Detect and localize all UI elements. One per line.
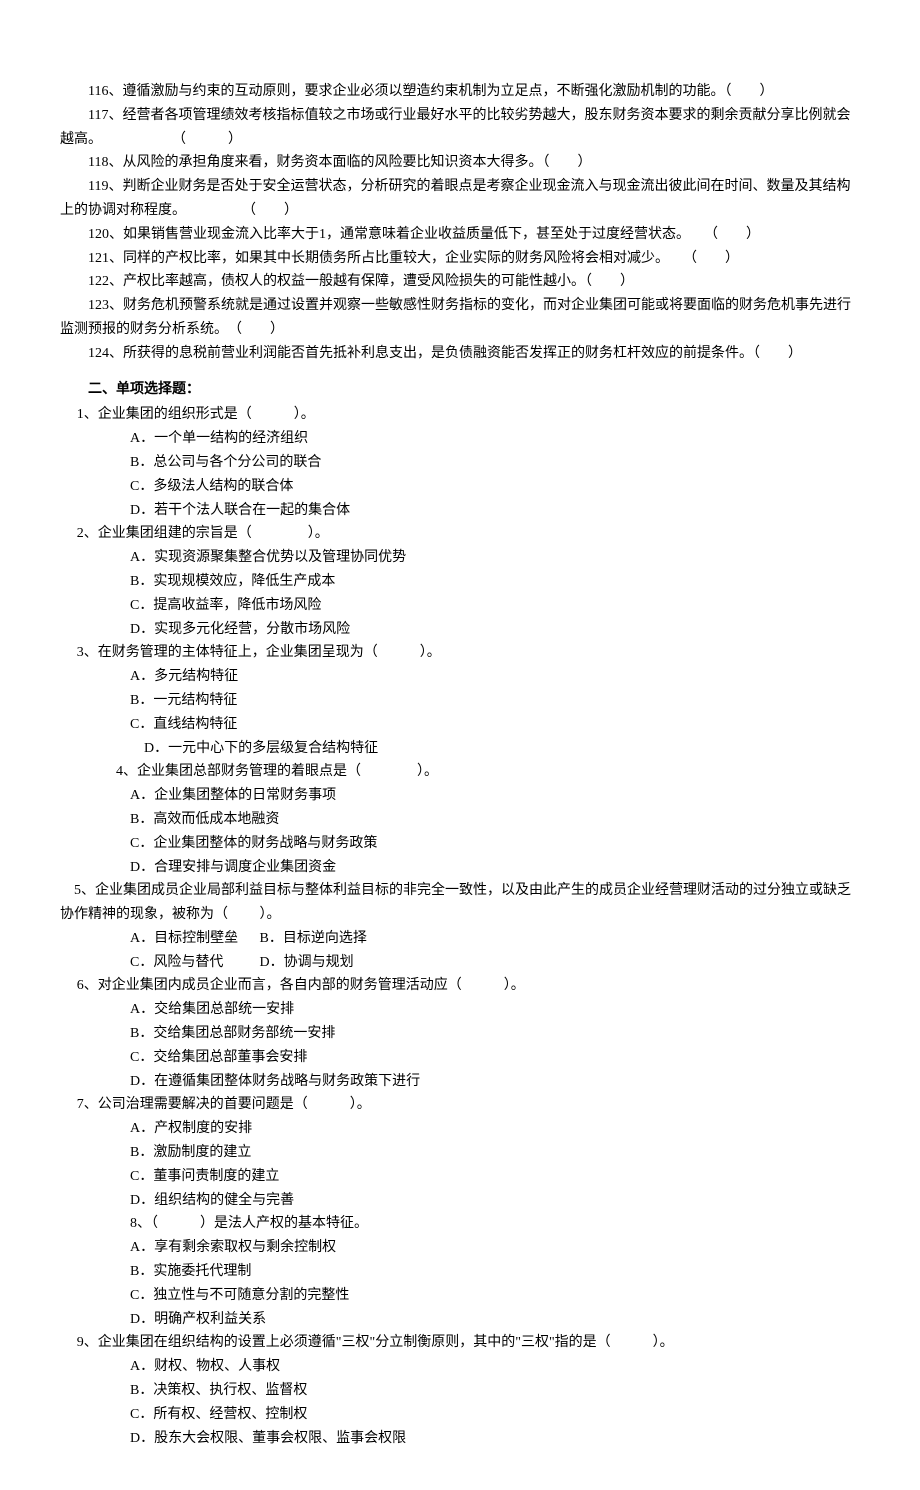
mc-q6-opt-d: D．在遵循集团整体财务战略与财务政策下进行 (60, 1070, 860, 1094)
section-title-mc: 二、单项选择题： (60, 378, 860, 402)
mc-q3-opt-c: C．直线结构特征 (60, 713, 860, 737)
mc-q3-opt-d: D．一元中心下的多层级复合结构特征 (60, 737, 860, 761)
mc-q4-stem: 4、企业集团总部财务管理的着眼点是（ ）。 (60, 760, 860, 784)
mc-q2-opt-d: D．实现多元化经营，分散市场风险 (60, 618, 860, 642)
mc-q4-opt-c: C．企业集团整体的财务战略与财务政策 (60, 832, 860, 856)
mc-q2-opt-c: C．提高收益率，降低市场风险 (60, 594, 860, 618)
mc-q9-opt-b: B．决策权、执行权、监督权 (60, 1379, 860, 1403)
mc-q2-opt-a: A．实现资源聚集整合优势以及管理协同优势 (60, 546, 860, 570)
mc-q7-opt-a: A．产权制度的安排 (60, 1117, 860, 1141)
mc-q2-stem: 2、企业集团组建的宗旨是（ ）。 (60, 522, 860, 546)
mc-q2-opt-b: B．实现规模效应，降低生产成本 (60, 570, 860, 594)
mc-q7-opt-d: D．组织结构的健全与完善 (60, 1189, 860, 1213)
mc-q1-opt-d: D．若干个法人联合在一起的集合体 (60, 499, 860, 523)
mc-q3-opt-a: A．多元结构特征 (60, 665, 860, 689)
mc-q4-opt-b: B．高效而低成本地融资 (60, 808, 860, 832)
mc-q8-opt-c: C．独立性与不可随意分割的完整性 (60, 1284, 860, 1308)
mc-q8-stem: 8、（ ）是法人产权的基本特征。 (60, 1212, 860, 1236)
tf-q118: 118、从风险的承担角度来看，财务资本面临的风险要比知识资本大得多。（ ） (60, 151, 860, 175)
tf-q119: 119、判断企业财务是否处于安全运营状态，分析研究的着眼点是考察企业现金流入与现… (60, 175, 860, 223)
mc-q1-stem: 1、企业集团的组织形式是（ ）。 (60, 403, 860, 427)
mc-q9-opt-a: A．财权、物权、人事权 (60, 1355, 860, 1379)
tf-q121: 121、同样的产权比率，如果其中长期债务所占比重较大，企业实际的财务风险将会相对… (60, 247, 860, 271)
mc-q9-opt-c: C．所有权、经营权、控制权 (60, 1403, 860, 1427)
mc-q7-opt-c: C．董事问责制度的建立 (60, 1165, 860, 1189)
tf-q124: 124、所获得的息税前营业利润能否首先抵补利息支出，是负债融资能否发挥正的财务杠… (60, 342, 860, 366)
mc-q5-opt-d: D．协调与规划 (260, 951, 354, 975)
mc-q4-opt-d: D．合理安排与调度企业集团资金 (60, 856, 860, 880)
mc-q8-opt-d: D．明确产权利益关系 (60, 1308, 860, 1332)
mc-q6-opt-a: A．交给集团总部统一安排 (60, 998, 860, 1022)
mc-q3-opt-b: B．一元结构特征 (60, 689, 860, 713)
mc-q3-stem: 3、在财务管理的主体特征上，企业集团呈现为（ ）。 (60, 641, 860, 665)
mc-q5-opt-c: C．风险与替代 (60, 951, 256, 975)
mc-q6-opt-c: C．交给集团总部董事会安排 (60, 1046, 860, 1070)
mc-q5-stem: 5、企业集团成员企业局部利益目标与整体利益目标的非完全一致性，以及由此产生的成员… (60, 879, 860, 927)
tf-q117: 117、经营者各项管理绩效考核指标值较之市场或行业最好水平的比较劣势越大，股东财… (60, 104, 860, 152)
mc-q7-opt-b: B．激励制度的建立 (60, 1141, 860, 1165)
mc-q6-stem: 6、对企业集团内成员企业而言，各自内部的财务管理活动应（ ）。 (60, 974, 860, 998)
mc-q5-opt-a: A．目标控制壁垒 (60, 927, 256, 951)
mc-q4-opt-a: A．企业集团整体的日常财务事项 (60, 784, 860, 808)
mc-q6-opt-b: B．交给集团总部财务部统一安排 (60, 1022, 860, 1046)
tf-q123: 123、财务危机预警系统就是通过设置并观察一些敏感性财务指标的变化，而对企业集团… (60, 294, 860, 342)
mc-q5-opt-b: B．目标逆向选择 (260, 927, 367, 951)
mc-q1-opt-c: C．多级法人结构的联合体 (60, 475, 860, 499)
mc-q9-opt-d: D．股东大会权限、董事会权限、监事会权限 (60, 1427, 860, 1451)
mc-q1-opt-b: B．总公司与各个分公司的联合 (60, 451, 860, 475)
mc-q9-stem: 9、企业集团在组织结构的设置上必须遵循"三权"分立制衡原则，其中的"三权"指的是… (60, 1331, 860, 1355)
tf-q120: 120、如果销售营业现金流入比率大于1，通常意味着企业收益质量低下，甚至处于过度… (60, 223, 860, 247)
mc-q8-opt-b: B．实施委托代理制 (60, 1260, 860, 1284)
mc-q1-opt-a: A．一个单一结构的经济组织 (60, 427, 860, 451)
tf-q116: 116、遵循激励与约束的互动原则，要求企业必须以塑造约束机制为立足点，不断强化激… (60, 80, 860, 104)
mc-q7-stem: 7、公司治理需要解决的首要问题是（ ）。 (60, 1093, 860, 1117)
mc-q8-opt-a: A．享有剩余索取权与剩余控制权 (60, 1236, 860, 1260)
tf-q122: 122、产权比率越高，债权人的权益一般越有保障，遭受风险损失的可能性越小。（ ） (60, 270, 860, 294)
